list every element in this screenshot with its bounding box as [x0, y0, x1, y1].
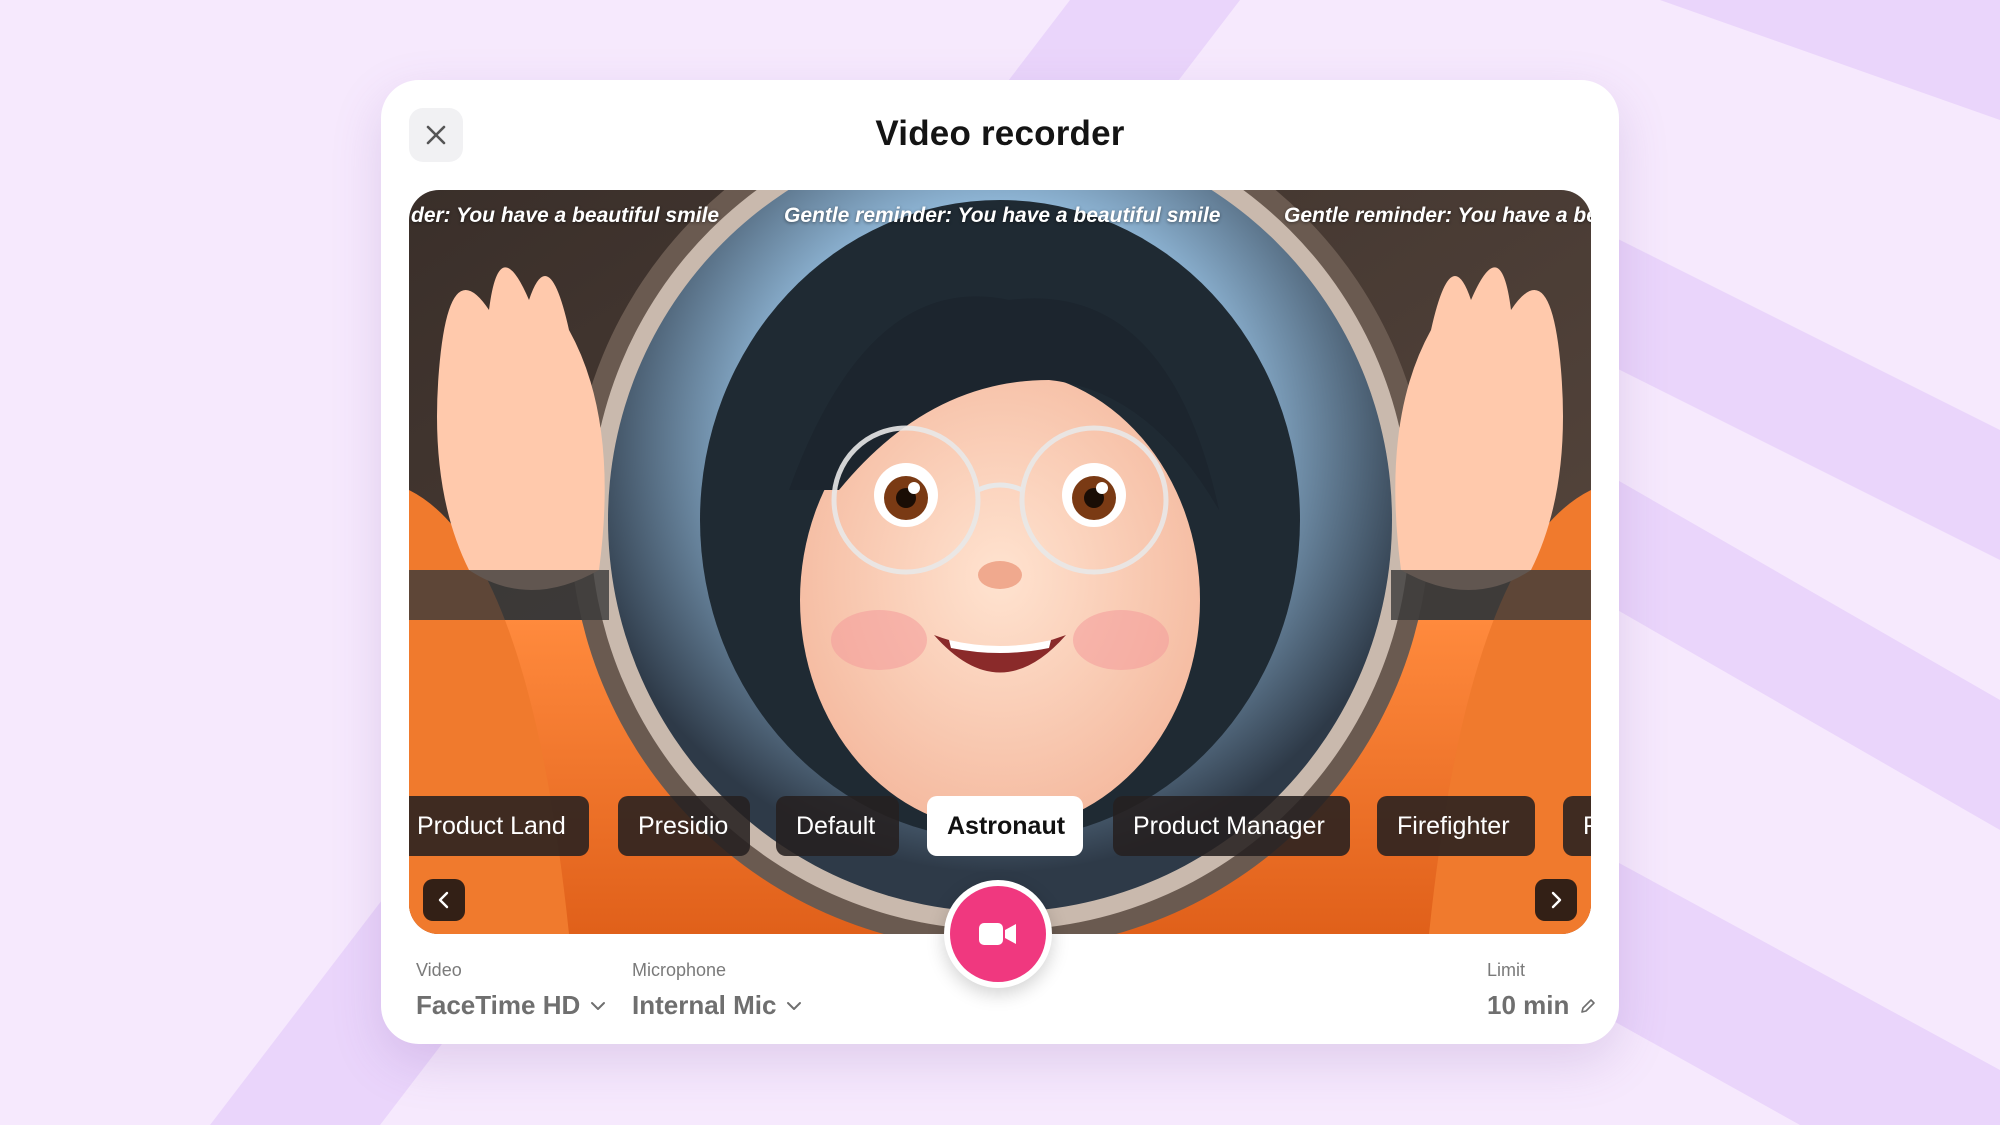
- theme-chip-product-land[interactable]: Product Land: [409, 796, 589, 856]
- video-source-value: FaceTime HD: [416, 990, 581, 1020]
- theme-chip-firefighter[interactable]: Firefighter: [1377, 796, 1535, 856]
- marquee-text: Gentle reminder: You have a be: [1284, 204, 1591, 227]
- record-button[interactable]: [944, 880, 1052, 988]
- previous-theme-button[interactable]: [423, 879, 465, 921]
- theme-chip-astronaut[interactable]: Astronaut: [927, 796, 1083, 856]
- microphone-value: Internal Mic: [632, 990, 777, 1020]
- theme-chip-presidio[interactable]: Presidio: [618, 796, 750, 856]
- record-button-fill: [950, 886, 1046, 982]
- time-limit-value: 10 min: [1487, 990, 1570, 1020]
- theme-chip-partial[interactable]: F: [1563, 796, 1591, 856]
- video-recorder-modal: Video recorder der: You have a beautiful…: [381, 80, 1619, 1044]
- next-theme-button[interactable]: [1535, 879, 1577, 921]
- video-camera-icon: [979, 923, 1016, 945]
- camera-preview: der: You have a beautiful smile Gentle r…: [409, 190, 1591, 934]
- video-label: Video: [416, 960, 462, 980]
- chevron-left-icon: [438, 891, 449, 909]
- microphone-label: Microphone: [632, 960, 727, 980]
- chevron-right-icon: [1551, 891, 1562, 909]
- marquee-text: Gentle reminder: You have a beautiful sm…: [784, 204, 1221, 227]
- theme-chip-product-manager[interactable]: Product Manager: [1113, 796, 1350, 856]
- limit-label: Limit: [1487, 960, 1526, 980]
- video-source-field: Video FaceTime HD: [416, 960, 606, 1021]
- pencil-icon: [1581, 998, 1596, 1013]
- modal-title: Video recorder: [875, 114, 1125, 153]
- theme-chip-default[interactable]: Default: [776, 796, 899, 856]
- chevron-down-icon: [787, 1001, 802, 1010]
- microphone-field: Microphone Internal Mic: [632, 960, 802, 1021]
- marquee-text: der: You have a beautiful smile: [411, 204, 720, 227]
- chevron-down-icon: [591, 1001, 606, 1010]
- time-limit-field: Limit 10 min: [1487, 960, 1597, 1021]
- time-limit-editor[interactable]: 10 min: [1487, 990, 1597, 1021]
- microphone-dropdown[interactable]: Internal Mic: [632, 990, 802, 1021]
- video-source-dropdown[interactable]: FaceTime HD: [416, 990, 606, 1021]
